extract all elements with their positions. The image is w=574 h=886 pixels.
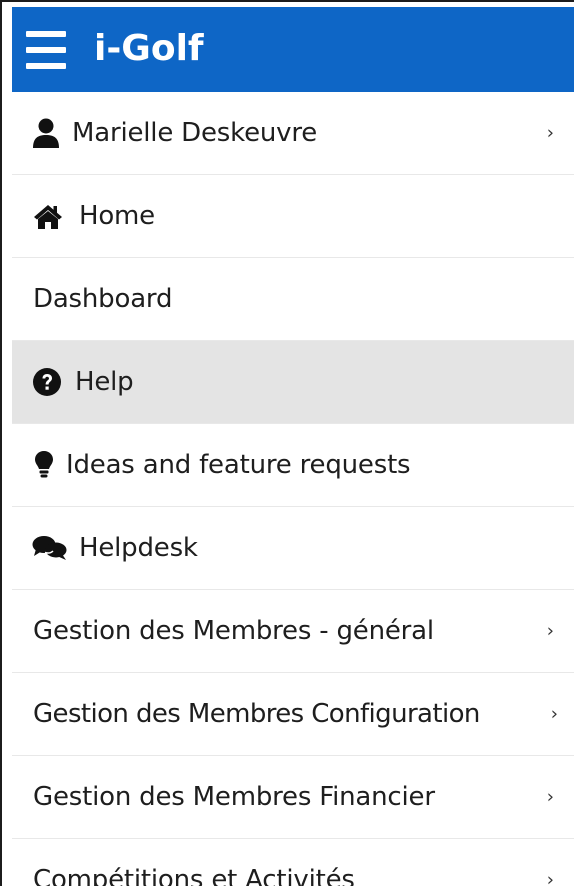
menu-item-ideas[interactable]: Ideas and feature requests [12, 424, 574, 507]
app-header: i-Golf [12, 7, 574, 92]
menu-item-helpdesk[interactable]: Helpdesk [12, 507, 574, 590]
chevron-right-icon: › [546, 786, 554, 808]
menu-item-label: Home [79, 201, 155, 231]
menu-item-home[interactable]: Home [12, 175, 574, 258]
menu-item-label: Help [75, 367, 134, 397]
menu-item-user-profile[interactable]: Marielle Deskeuvre › [12, 92, 574, 175]
menu-item-dashboard[interactable]: Dashboard [12, 258, 574, 341]
menu-item-label: Marielle Deskeuvre [72, 118, 318, 148]
menu-item-label: Gestion des Membres - général [33, 616, 434, 646]
app-title: i-Golf [94, 28, 204, 69]
question-circle-icon [32, 367, 62, 397]
hamburger-menu-icon[interactable] [26, 31, 66, 69]
app-frame: i-Golf Marielle Deskeuvre › Home Dashboa… [0, 0, 574, 886]
menu-item-gestion-membres-financier[interactable]: Gestion des Membres Financier › [12, 756, 574, 839]
menu-item-competitions-activites[interactable]: Compétitions et Activités › [12, 839, 574, 886]
menu-item-help[interactable]: Help [12, 341, 574, 424]
menu-item-label: Helpdesk [79, 533, 198, 563]
menu-item-label: Gestion des Membres Configuration [33, 699, 480, 729]
lightbulb-icon [34, 450, 54, 480]
home-icon [32, 203, 64, 229]
chevron-right-icon: › [546, 122, 554, 144]
menu-item-label: Ideas and feature requests [66, 450, 411, 480]
menu-item-label: Dashboard [33, 284, 173, 314]
menu-item-label: Gestion des Membres Financier [33, 782, 435, 812]
user-icon [32, 118, 60, 148]
chevron-right-icon: › [550, 703, 558, 725]
chevron-right-icon: › [546, 869, 554, 886]
navigation-menu: Marielle Deskeuvre › Home Dashboard Help… [12, 92, 574, 886]
menu-item-gestion-membres-general[interactable]: Gestion des Membres - général › [12, 590, 574, 673]
menu-item-label: Compétitions et Activités [33, 865, 355, 886]
comments-icon [32, 535, 68, 561]
chevron-right-icon: › [546, 620, 554, 642]
menu-item-gestion-membres-configuration[interactable]: Gestion des Membres Configuration › [12, 673, 574, 756]
